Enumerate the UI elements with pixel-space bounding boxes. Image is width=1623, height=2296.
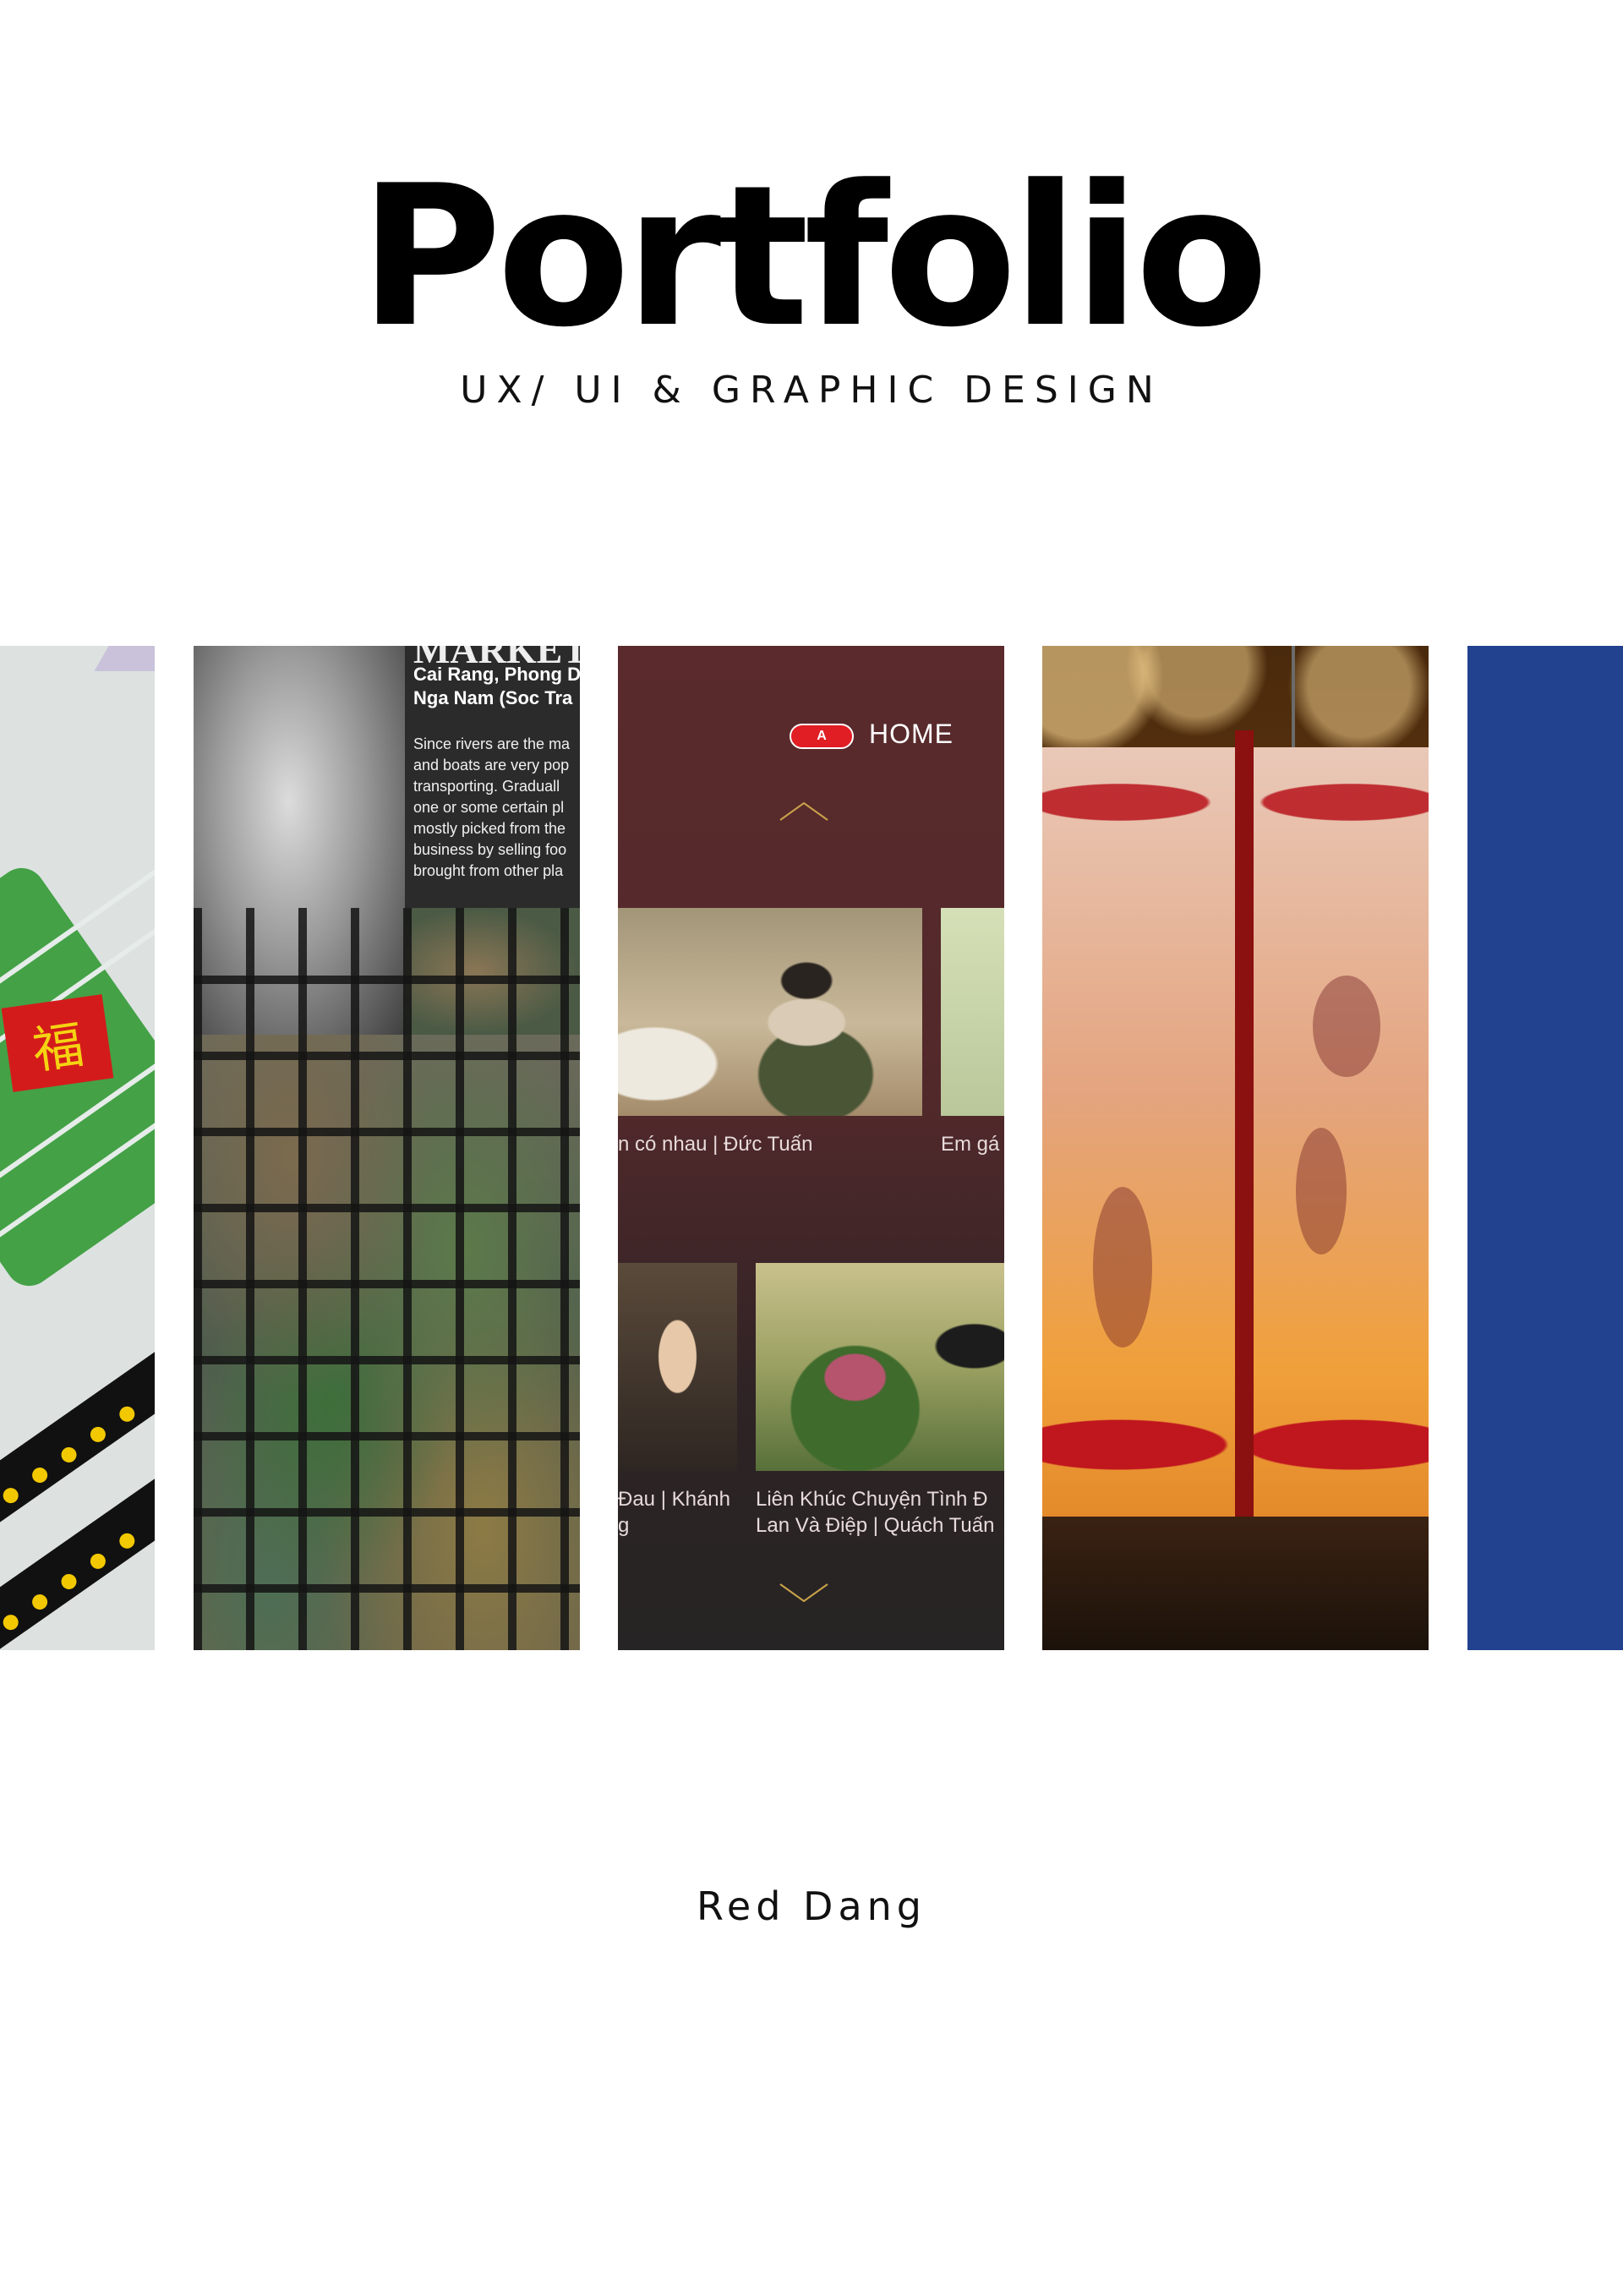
video-caption: Đau | Khánh g: [618, 1488, 730, 1537]
silhouette-shadow: [1313, 976, 1380, 1077]
nav-home-link[interactable]: HOME: [869, 719, 954, 750]
video-caption: Liên Khúc Chuyện Tình Đ Lan Và Điệp | Qu…: [756, 1488, 995, 1537]
video-thumbnail[interactable]: [756, 1263, 1004, 1471]
video-caption: Em gá: [941, 1133, 1000, 1156]
card-design-panel[interactable]: 福: [0, 646, 155, 1650]
video-thumbnail[interactable]: [941, 908, 1004, 1116]
blue-panel[interactable]: [1467, 646, 1623, 1650]
lantern-frame-post: [1235, 730, 1254, 1576]
video-thumbnail[interactable]: [618, 1263, 737, 1471]
card-corner: [94, 646, 155, 671]
floating-market-panel[interactable]: MARKET Cai Rang, Phong D Nga Nam (Soc Tr…: [194, 646, 580, 1650]
silhouette-shadow: [1093, 1187, 1152, 1348]
lantern-panel[interactable]: [1042, 646, 1429, 1650]
app-logo-badge: A: [790, 724, 854, 749]
silhouette-shadow: [1296, 1128, 1347, 1255]
video-caption: n có nhau | Đức Tuấn: [618, 1133, 813, 1156]
author-name: Red Dang: [697, 1883, 926, 1929]
portfolio-title: Portfolio: [359, 145, 1269, 370]
lantern-wire: [1292, 646, 1295, 747]
market-body-text: Since rivers are the ma and boats are ve…: [413, 735, 571, 879]
market-places: Cai Rang, Phong D Nga Nam (Soc Tra: [413, 664, 580, 708]
fu-seal-icon: 福: [1, 994, 114, 1092]
chevron-up-icon[interactable]: [779, 798, 829, 823]
market-text-box: MARKET Cai Rang, Phong D Nga Nam (Soc Tr…: [405, 646, 580, 908]
music-app-panel[interactable]: A HOME n có nhau | Đức Tuấn Em gá Đau | …: [618, 646, 1004, 1650]
portfolio-subtitle: UX/ UI & GRAPHIC DESIGN: [460, 369, 1163, 412]
chevron-down-icon[interactable]: [779, 1581, 829, 1606]
lantern-base: [1042, 1517, 1429, 1650]
video-thumbnail[interactable]: [618, 908, 922, 1116]
window-grid-overlay: [194, 908, 580, 1650]
